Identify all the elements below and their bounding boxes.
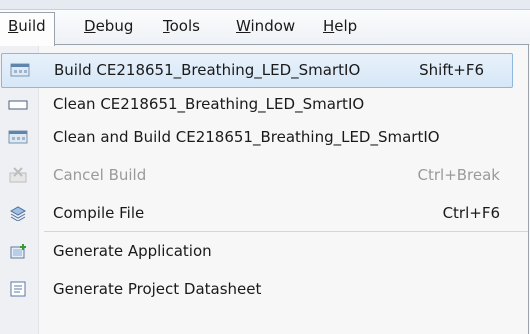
- menu-debug-label-rest: ebug: [95, 17, 134, 35]
- clean-icon: [8, 96, 28, 112]
- build-dropdown-menu: Build CE218651_Breathing_LED_SmartIO Shi…: [0, 44, 529, 334]
- menu-help-label-rest: elp: [334, 17, 358, 35]
- menu-item-label: Generate Application: [53, 242, 212, 260]
- menu-tools-mnemonic: T: [163, 17, 170, 35]
- menu-item-clean-and-build[interactable]: Clean and Build CE218651_Breathing_LED_S…: [0, 121, 528, 154]
- generate-datasheet-icon: [8, 281, 28, 297]
- menu-window-label-rest: indow: [250, 17, 296, 35]
- cancel-build-icon: [8, 167, 28, 183]
- menu-help[interactable]: Help: [315, 13, 365, 40]
- menu-item-label: Clean and Build CE218651_Breathing_LED_S…: [53, 128, 440, 146]
- menu-item-clean-project[interactable]: Clean CE218651_Breathing_LED_SmartIO: [0, 88, 528, 121]
- menu-window[interactable]: Window: [228, 13, 303, 40]
- menu-item-shortcut: Ctrl+F6: [442, 204, 500, 222]
- menu-item-shortcut: Ctrl+Break: [417, 166, 501, 184]
- menu-window-mnemonic: W: [236, 17, 251, 35]
- menu-debug-mnemonic: D: [84, 17, 96, 35]
- menu-separator: [44, 231, 528, 232]
- generate-application-icon: [8, 243, 28, 259]
- menu-item-label: Build CE218651_Breathing_LED_SmartIO: [54, 61, 361, 79]
- menu-build-mnemonic: B: [8, 17, 19, 35]
- menu-build[interactable]: Build: [0, 12, 55, 46]
- menu-item-label: Compile File: [53, 204, 145, 222]
- menu-tools[interactable]: Tools: [155, 13, 208, 40]
- menu-tools-label-rest: ools: [169, 17, 200, 35]
- build-icon: [10, 62, 30, 78]
- menu-item-label: Cancel Build: [53, 166, 147, 184]
- menu-bar-top-border: [0, 0, 530, 10]
- menu-help-mnemonic: H: [323, 17, 335, 35]
- compile-file-icon: [8, 205, 28, 222]
- menu-debug[interactable]: Debug: [76, 13, 141, 40]
- menu-item-cancel-build[interactable]: Cancel Build Ctrl+Break: [0, 159, 528, 192]
- menu-item-label: Generate Project Datasheet: [53, 280, 262, 298]
- menu-item-label: Clean CE218651_Breathing_LED_SmartIO: [53, 95, 365, 113]
- menu-item-generate-project-datasheet[interactable]: Generate Project Datasheet: [0, 273, 528, 306]
- clean-and-build-icon: [8, 129, 28, 145]
- menu-item-generate-application[interactable]: Generate Application: [0, 235, 528, 268]
- menu-build-label-rest: uild: [18, 17, 46, 35]
- menu-item-build-project[interactable]: Build CE218651_Breathing_LED_SmartIO Shi…: [1, 53, 513, 88]
- menu-item-shortcut: Shift+F6: [419, 61, 484, 79]
- menu-item-compile-file[interactable]: Compile File Ctrl+F6: [0, 197, 528, 230]
- menu-bar: Build Debug Tools Window Help: [0, 0, 530, 46]
